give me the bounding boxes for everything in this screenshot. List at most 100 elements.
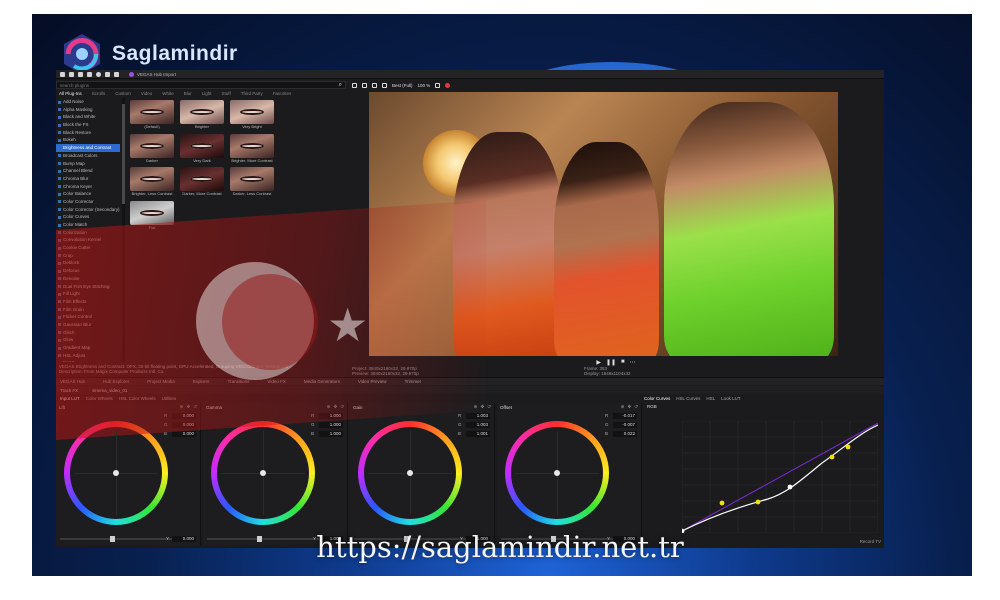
preset-tile[interactable]: Very Bright <box>230 100 274 130</box>
record-icon[interactable] <box>445 82 451 88</box>
plugin-list-item[interactable]: Color Corrector (Secondary) <box>56 206 120 214</box>
plugin-search-input[interactable]: search plugins ⌕ <box>56 81 346 89</box>
pick-icon[interactable]: ⊕ <box>327 404 331 410</box>
preview-zoom[interactable]: 100 % <box>418 83 431 88</box>
dock-tab[interactable]: Video Preview <box>358 379 387 384</box>
plugin-list-item[interactable]: Channel Blend <box>56 167 120 175</box>
r-value[interactable]: -0.017 <box>613 413 637 419</box>
plugin-list-item[interactable]: Bump Map <box>56 160 120 168</box>
plugin-list-item[interactable]: Alpha Masking <box>56 106 120 114</box>
plugin-list-item[interactable]: Fill Light <box>56 290 120 298</box>
g-value[interactable]: 1.003 <box>466 422 490 428</box>
plugin-tab[interactable]: Custom <box>115 91 131 96</box>
reset-icon[interactable]: ↺ <box>487 404 491 410</box>
b-value[interactable]: 1.001 <box>466 431 490 437</box>
y-value[interactable]: 0.000 <box>613 536 637 542</box>
plugin-list-item[interactable]: Convolution Kernel <box>56 236 120 244</box>
plugin-list-item[interactable]: Color Balance <box>56 190 120 198</box>
plugin-tab[interactable]: Video <box>141 91 152 96</box>
pick-icon[interactable]: ⊕ <box>180 404 184 410</box>
wheel-handle[interactable] <box>407 470 413 476</box>
curve-point[interactable] <box>682 528 685 533</box>
plugin-list-item[interactable]: Gaussian Blur <box>56 321 120 329</box>
plugin-list-item[interactable]: Film Grain <box>56 306 120 314</box>
curve-graph[interactable] <box>682 421 878 533</box>
curves-tab[interactable]: Look LUT <box>721 396 741 401</box>
dock-tab[interactable]: Project Media <box>147 379 175 384</box>
grading-tab[interactable]: Input LUT <box>60 396 80 401</box>
grading-tab[interactable]: Color Wheels <box>86 396 113 401</box>
plugin-list-scrollbar[interactable] <box>122 98 125 362</box>
overlay-icon[interactable] <box>372 82 377 88</box>
luma-slider[interactable] <box>207 536 325 542</box>
render-icon[interactable] <box>87 71 92 77</box>
redo-icon[interactable] <box>114 71 119 77</box>
plugin-list-item[interactable]: Crop <box>56 252 120 260</box>
luma-slider[interactable] <box>60 536 178 542</box>
plugin-list-item[interactable]: Chroma Keyer <box>56 183 120 191</box>
dock-tab[interactable]: VEGAS Hub <box>60 379 85 384</box>
plugin-tab[interactable]: Blur <box>184 91 192 96</box>
preset-tile[interactable]: Very Dark <box>180 133 224 164</box>
undo-icon[interactable] <box>105 71 110 77</box>
preset-tile[interactable]: Brighter, More Contrast <box>230 133 274 164</box>
plugin-tab[interactable]: White <box>162 91 174 96</box>
curves-tab[interactable]: HSL Curves <box>676 396 700 401</box>
luma-slider[interactable] <box>354 536 472 542</box>
b-value[interactable]: 0.022 <box>613 431 637 437</box>
plugin-list-item[interactable]: Denoise <box>56 275 120 283</box>
g-value[interactable]: 0.000 <box>172 422 196 428</box>
move-icon[interactable]: ✥ <box>480 404 484 410</box>
plugin-tab[interactable]: Favorites <box>273 91 292 96</box>
r-value[interactable]: 1.000 <box>319 413 343 419</box>
wheel-handle[interactable] <box>554 470 560 476</box>
color-wheel[interactable] <box>358 421 462 525</box>
plugin-list-item[interactable]: Invert <box>56 359 120 362</box>
plugin-list-item[interactable]: Flicker Control <box>56 313 120 321</box>
plugin-list-item[interactable]: Gradient Map <box>56 344 120 352</box>
dock-tab[interactable]: Hub Explorer <box>103 379 129 384</box>
plugin-list-item[interactable]: Broadcast Colors <box>56 152 120 160</box>
preset-tile[interactable]: Darker, Less Contrast <box>230 167 274 197</box>
plugin-list-item[interactable]: Deblock <box>56 259 120 267</box>
save-icon[interactable] <box>78 71 83 77</box>
split-screen-icon[interactable] <box>362 82 367 88</box>
preset-tile[interactable]: (Default) <box>130 100 174 130</box>
curve-point[interactable] <box>787 484 793 490</box>
preset-tile[interactable]: Darker, More Contrast <box>180 167 224 197</box>
plugin-tab[interactable]: Scrolls <box>92 91 106 96</box>
preview-quality[interactable]: Best (Full) <box>392 83 413 88</box>
plugin-list-item[interactable]: Film Effects <box>56 298 120 306</box>
grading-tab[interactable]: Utilities <box>162 396 177 401</box>
g-value[interactable]: 1.000 <box>319 422 343 428</box>
y-value[interactable]: 1.000 <box>319 536 343 542</box>
preset-tile[interactable]: Brighter <box>180 100 224 130</box>
color-wheel[interactable] <box>505 421 609 525</box>
y-value[interactable]: 1.000 <box>466 536 490 542</box>
grading-tab[interactable]: HSL Color Wheels <box>119 396 156 401</box>
play-icon[interactable]: ▶ <box>596 359 601 366</box>
dock-tab[interactable]: Video FX <box>267 379 285 384</box>
preset-tile[interactable]: Brighter, Less Contrast <box>130 167 174 197</box>
plugin-list-item[interactable]: Chroma Blur <box>56 175 120 183</box>
r-value[interactable]: 0.000 <box>172 413 196 419</box>
open-file-icon[interactable] <box>69 71 74 77</box>
move-icon[interactable]: ✥ <box>627 404 631 410</box>
color-wheel[interactable] <box>64 421 168 525</box>
reset-icon[interactable]: ↺ <box>193 404 197 410</box>
plugin-list-item[interactable]: Block the FX <box>56 121 120 129</box>
color-wheel[interactable] <box>211 421 315 525</box>
plugin-list-item[interactable]: Glow <box>56 336 120 344</box>
reset-icon[interactable]: ↺ <box>634 404 638 410</box>
search-icon[interactable]: ⌕ <box>339 82 342 89</box>
wheel-handle[interactable] <box>113 470 119 476</box>
plugin-list-item[interactable]: Black Restore <box>56 129 120 137</box>
curves-tab[interactable]: Color Curves <box>644 396 670 401</box>
plugin-list-item[interactable]: Bokeh <box>56 136 120 144</box>
pick-icon[interactable]: ⊕ <box>474 404 478 410</box>
dock-tab[interactable]: Media Generators <box>304 379 340 384</box>
dock-tab[interactable]: Transitions <box>228 379 250 384</box>
curves-tab[interactable]: HSL <box>706 396 715 401</box>
r-value[interactable]: 1.003 <box>466 413 490 419</box>
fx-path[interactable]: sinema_video_01 <box>92 388 127 393</box>
